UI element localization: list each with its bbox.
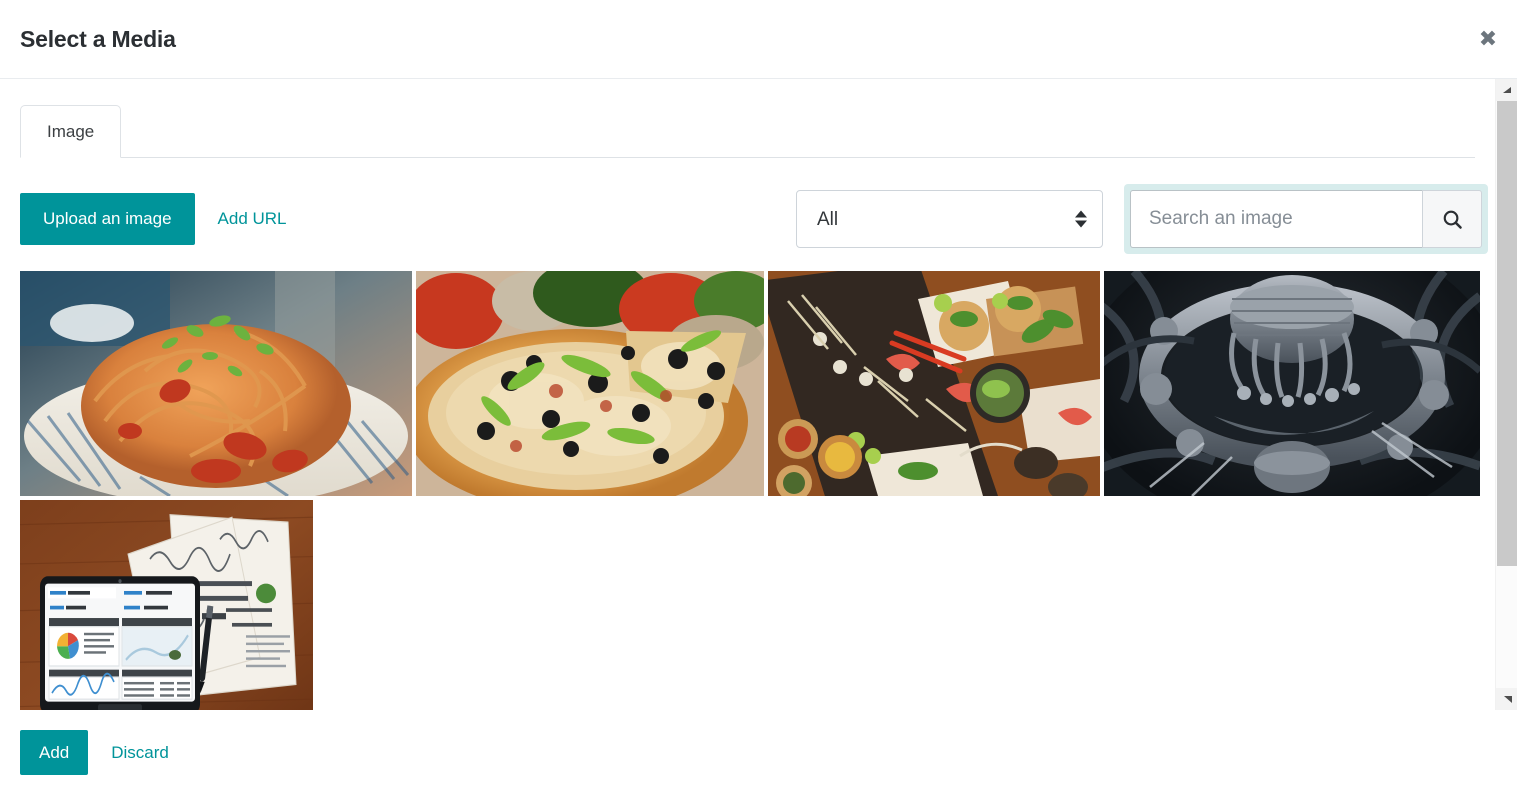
scroll-up-arrow-icon[interactable]: [1496, 79, 1517, 101]
pizza-image: [416, 271, 764, 496]
media-grid: [20, 271, 1480, 710]
search-icon: [1443, 210, 1462, 229]
spaghetti-image: [20, 271, 412, 496]
asian-food-spread-image: [768, 271, 1100, 496]
close-icon[interactable]: ✖: [1471, 22, 1505, 56]
add-url-button[interactable]: Add URL: [195, 193, 310, 245]
dialog-body: Image Upload an image Add URL All: [0, 79, 1517, 710]
media-thumbnail-jet-engine[interactable]: [1104, 271, 1480, 496]
scrollbar-thumb[interactable]: [1497, 101, 1517, 566]
filter-dropdown-wrapper: All: [796, 190, 1103, 248]
media-thumbnail-food-spread[interactable]: [768, 271, 1100, 496]
scroll-down-arrow-icon[interactable]: [1496, 688, 1517, 710]
search-input[interactable]: [1130, 190, 1422, 248]
tab-image-label: Image: [47, 121, 95, 141]
arrow-down-glyph: [1503, 695, 1512, 703]
media-toolbar: Upload an image Add URL All: [20, 184, 1488, 254]
discard-button[interactable]: Discard: [88, 730, 192, 775]
dialog-body-content: Image Upload an image Add URL All: [0, 79, 1495, 710]
tab-bar: Image: [20, 104, 1475, 158]
dialog-header: Select a Media ✖: [0, 0, 1517, 79]
select-media-dialog: Select a Media ✖ Image Upload an image A…: [0, 0, 1517, 795]
upload-an-image-button[interactable]: Upload an image: [20, 193, 195, 245]
search-button[interactable]: [1422, 190, 1482, 248]
scrollbar-vertical[interactable]: [1495, 79, 1517, 710]
media-thumbnail-tablet-reports[interactable]: [20, 500, 313, 710]
tab-image[interactable]: Image: [20, 105, 122, 158]
media-thumbnail-pizza[interactable]: [416, 271, 764, 496]
media-thumbnail-spaghetti[interactable]: [20, 271, 412, 496]
arrow-up-glyph: [1502, 86, 1511, 93]
media-filter-select[interactable]: All: [796, 190, 1103, 248]
jet-engine-image: [1104, 271, 1480, 496]
page-title: Select a Media: [20, 25, 176, 52]
add-button[interactable]: Add: [20, 730, 89, 775]
tablet-analytics-image: [20, 500, 313, 710]
search-group: [1124, 184, 1488, 254]
dialog-footer: Add Discard: [0, 710, 1517, 795]
